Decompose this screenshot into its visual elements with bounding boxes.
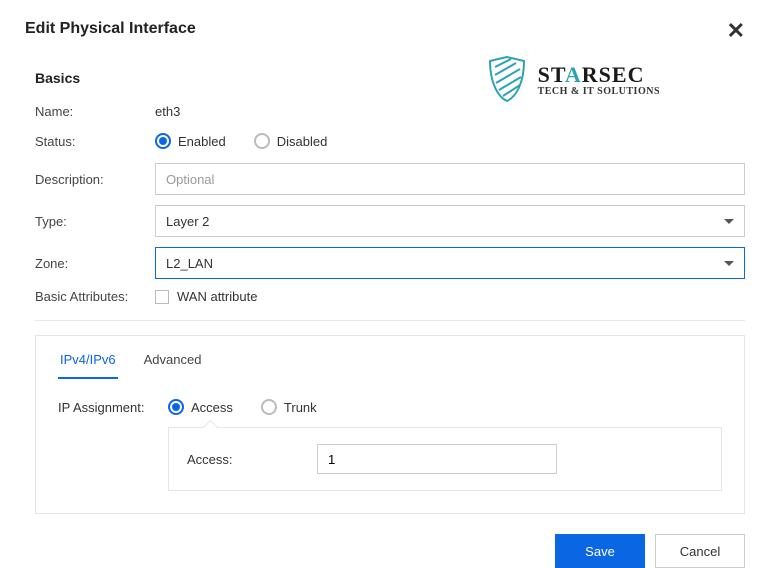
status-label: Status:	[35, 134, 155, 149]
zone-select[interactable]: L2_LAN	[155, 247, 745, 279]
tab-advanced[interactable]: Advanced	[142, 346, 204, 379]
name-label: Name:	[35, 104, 155, 119]
dialog-title: Edit Physical Interface	[25, 20, 196, 38]
tab-ipv4-ipv6[interactable]: IPv4/IPv6	[58, 346, 118, 379]
description-input[interactable]	[155, 163, 745, 195]
ip-access-radio[interactable]: Access	[168, 399, 233, 415]
access-field-label: Access:	[187, 452, 317, 467]
ip-trunk-radio[interactable]: Trunk	[261, 399, 317, 415]
type-value: Layer 2	[166, 214, 209, 229]
status-disabled-radio[interactable]: Disabled	[254, 133, 328, 149]
ip-assignment-label: IP Assignment:	[58, 400, 168, 415]
type-select[interactable]: Layer 2	[155, 205, 745, 237]
logo-text-sub: TECH & IT SOLUTIONS	[538, 86, 660, 97]
brand-logo: STARSEC TECH & IT SOLUTIONS	[486, 55, 660, 103]
wan-attribute-label: WAN attribute	[177, 289, 257, 304]
access-input[interactable]	[317, 444, 557, 474]
radio-unchecked-icon	[254, 133, 270, 149]
shield-icon	[486, 55, 528, 103]
description-label: Description:	[35, 172, 155, 187]
radio-checked-icon	[168, 399, 184, 415]
save-button[interactable]: Save	[555, 534, 645, 568]
radio-unchecked-icon	[261, 399, 277, 415]
close-icon[interactable]: ✕	[727, 20, 745, 42]
zone-value: L2_LAN	[166, 256, 213, 271]
ip-access-label: Access	[191, 400, 233, 415]
divider	[35, 320, 745, 321]
wan-attribute-checkbox[interactable]: WAN attribute	[155, 289, 257, 304]
status-disabled-label: Disabled	[277, 134, 328, 149]
name-value: eth3	[155, 104, 180, 119]
type-label: Type:	[35, 214, 155, 229]
status-enabled-label: Enabled	[178, 134, 226, 149]
checkbox-unchecked-icon	[155, 290, 169, 304]
chevron-down-icon	[724, 219, 734, 224]
chevron-down-icon	[724, 261, 734, 266]
cancel-button[interactable]: Cancel	[655, 534, 745, 568]
ip-trunk-label: Trunk	[284, 400, 317, 415]
logo-text-main: STARSEC	[538, 62, 660, 88]
status-enabled-radio[interactable]: Enabled	[155, 133, 226, 149]
radio-checked-icon	[155, 133, 171, 149]
basic-attributes-label: Basic Attributes:	[35, 289, 155, 304]
zone-label: Zone:	[35, 256, 155, 271]
